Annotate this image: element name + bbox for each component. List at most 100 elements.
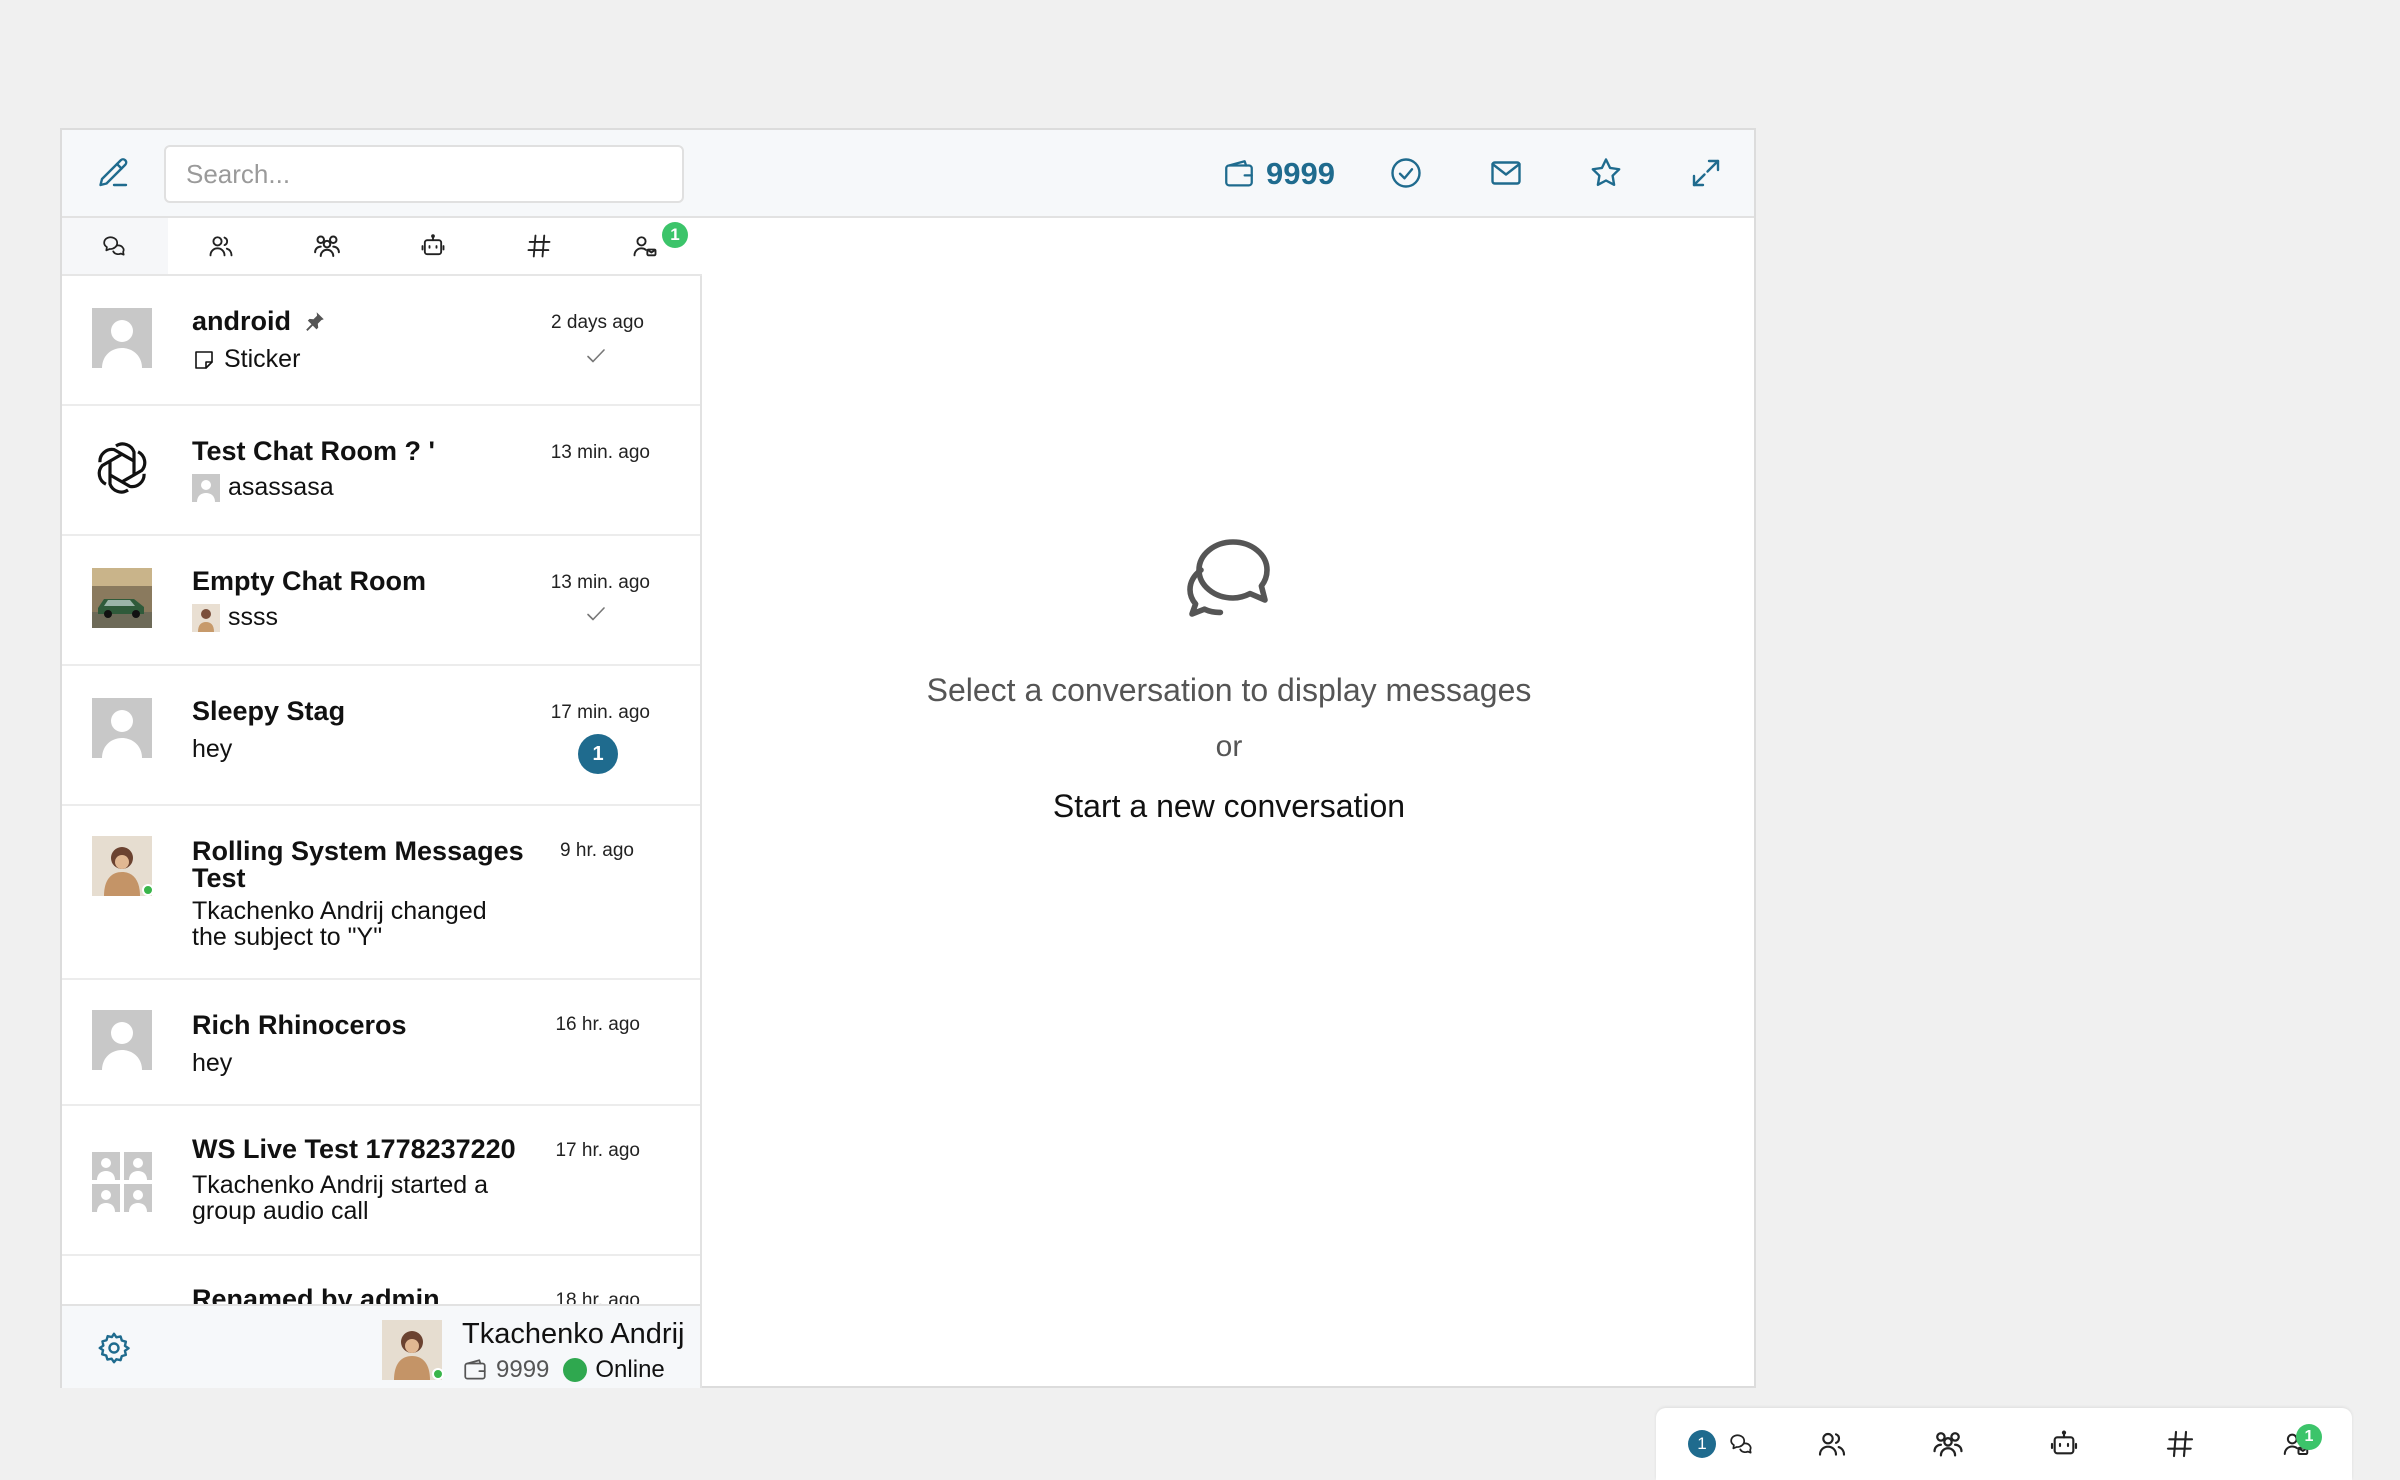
chat-preview-text: hey bbox=[192, 1049, 233, 1077]
edit-icon[interactable] bbox=[96, 155, 132, 191]
chat-preview-text: ssss bbox=[228, 603, 278, 631]
chat-name: android bbox=[192, 308, 532, 335]
chat-preview-text: Tkachenko Andrij started a group audio c… bbox=[192, 1171, 488, 1225]
user-avatar[interactable] bbox=[382, 1320, 444, 1380]
chat-list: android Sticker 2 days ago Test Chat Roo… bbox=[62, 276, 702, 1304]
group-icon bbox=[1931, 1427, 1965, 1461]
hashtag-icon bbox=[525, 232, 553, 260]
online-indicator bbox=[142, 884, 154, 896]
chat-item[interactable]: Sleepy Stag hey 17 min. ago 1 bbox=[62, 666, 700, 806]
dock-bots-button[interactable] bbox=[2042, 1422, 2086, 1466]
tab-requests[interactable]: 1 bbox=[592, 218, 698, 274]
chat-bubbles-icon bbox=[1181, 530, 1277, 626]
users-icon bbox=[207, 232, 235, 260]
openai-logo-icon bbox=[92, 438, 152, 498]
dock-channels-button[interactable] bbox=[2158, 1422, 2202, 1466]
chat-item[interactable]: Rich Rhinoceros hey 16 hr. ago bbox=[62, 980, 700, 1106]
wallet-icon bbox=[462, 1357, 488, 1383]
gear-icon[interactable] bbox=[96, 1330, 132, 1366]
chat-preview-text: Tkachenko Andrij changed the subject to … bbox=[192, 897, 487, 951]
tab-chats[interactable] bbox=[62, 218, 168, 274]
tab-groups[interactable] bbox=[274, 218, 380, 274]
chat-preview-text: hey bbox=[192, 735, 233, 763]
chat-name: Rich Rhinoceros bbox=[192, 1010, 407, 1040]
current-user-bar: Tkachenko Andrij 9999 Online bbox=[62, 1304, 702, 1388]
requests-count-badge: 1 bbox=[2296, 1424, 2322, 1450]
chat-preview: Sticker bbox=[192, 346, 522, 372]
contact-requests-icon bbox=[631, 232, 659, 260]
chat-bubbles-icon bbox=[1729, 1431, 1755, 1457]
chat-item[interactable]: WS Live Test 1778237220 Tkachenko Andrij… bbox=[62, 1106, 700, 1256]
sender-avatar bbox=[192, 604, 220, 632]
chat-name: WS Live Test 1778237220 bbox=[192, 1134, 516, 1164]
read-check-icon bbox=[584, 602, 608, 626]
messenger-widget: 9999 bbox=[60, 128, 1756, 1388]
chat-time: 2 days ago bbox=[551, 312, 644, 333]
group-avatar-placeholder bbox=[92, 1152, 152, 1212]
chat-name: Test Chat Room ? ' bbox=[192, 436, 435, 466]
empty-state-message: Select a conversation to display message… bbox=[926, 672, 1532, 708]
avatar-placeholder bbox=[92, 1010, 152, 1070]
chat-preview-text: asassasa bbox=[228, 473, 334, 501]
balance-button[interactable]: 9999 bbox=[1222, 152, 1335, 196]
dock-contacts-button[interactable] bbox=[1810, 1422, 1854, 1466]
chat-item[interactable]: Rolling System Messages Test Tkachenko A… bbox=[62, 806, 700, 980]
balance-value: 9999 bbox=[1266, 156, 1335, 191]
pin-icon bbox=[301, 309, 327, 335]
chat-bubbles-icon bbox=[102, 233, 128, 259]
bottom-dock: 1 1 bbox=[1656, 1408, 2352, 1480]
chat-item[interactable]: android Sticker 2 days ago bbox=[62, 276, 700, 406]
chat-preview: hey bbox=[192, 1050, 522, 1076]
avatar-placeholder bbox=[92, 308, 152, 368]
chat-time: 13 min. ago bbox=[550, 442, 650, 463]
chat-preview-text: Sticker bbox=[224, 345, 301, 373]
user-status[interactable]: Online bbox=[595, 1356, 664, 1384]
expand-icon[interactable] bbox=[1688, 155, 1724, 191]
chat-name: Sleepy Stag bbox=[192, 696, 346, 726]
empty-state-or: or bbox=[1215, 730, 1243, 763]
users-icon bbox=[1816, 1428, 1848, 1460]
user-status-line: 9999 Online bbox=[462, 1356, 665, 1384]
empty-conversation-panel: Select a conversation to display message… bbox=[702, 276, 1756, 1386]
top-toolbar: 9999 bbox=[62, 130, 1754, 218]
chat-preview: asassasa bbox=[192, 474, 522, 502]
mail-icon[interactable] bbox=[1488, 155, 1524, 191]
requests-count-badge: 1 bbox=[662, 222, 688, 248]
car-photo-avatar bbox=[92, 568, 152, 628]
status-dot bbox=[563, 1358, 588, 1382]
list-tabs: 1 bbox=[62, 218, 702, 276]
user-balance: 9999 bbox=[496, 1356, 550, 1383]
dock-chats-button[interactable] bbox=[1720, 1422, 1764, 1466]
dock-groups-button[interactable] bbox=[1926, 1422, 1970, 1466]
chat-time: 9 hr. ago bbox=[560, 840, 634, 861]
start-new-conversation-link[interactable]: Start a new conversation bbox=[702, 788, 1756, 825]
chat-item[interactable]: Test Chat Room ? ' asassasa 13 min. ago bbox=[62, 406, 700, 536]
chat-preview: hey bbox=[192, 736, 522, 762]
dock-unread-badge: 1 bbox=[1688, 1430, 1716, 1458]
hashtag-icon bbox=[2164, 1428, 2196, 1460]
tab-bots[interactable] bbox=[380, 218, 486, 274]
tab-contacts[interactable] bbox=[168, 218, 274, 274]
robot-icon bbox=[2048, 1428, 2080, 1460]
unread-count-badge: 1 bbox=[578, 734, 618, 774]
chat-time: 17 hr. ago bbox=[555, 1140, 640, 1161]
chat-time: 17 min. ago bbox=[550, 702, 650, 723]
search-input[interactable] bbox=[164, 145, 684, 203]
chat-time: 13 min. ago bbox=[550, 572, 650, 593]
user-name: Tkachenko Andrij bbox=[462, 1318, 685, 1350]
online-indicator bbox=[432, 1368, 444, 1380]
check-circle-icon[interactable] bbox=[1388, 155, 1424, 191]
chat-time: 16 hr. ago bbox=[555, 1014, 640, 1035]
chat-preview: Tkachenko Andrij changed the subject to … bbox=[192, 898, 522, 950]
group-icon bbox=[312, 231, 342, 261]
read-check-icon bbox=[584, 344, 608, 368]
dock-requests-button[interactable]: 1 bbox=[2274, 1422, 2322, 1466]
chat-name: Rolling System Messages Test bbox=[192, 836, 524, 893]
avatar-placeholder bbox=[92, 698, 152, 758]
star-icon[interactable] bbox=[1588, 155, 1624, 191]
sticker-icon bbox=[192, 348, 216, 372]
chat-item[interactable]: Renamed by admin 18 hr. ago bbox=[62, 1256, 700, 1304]
chat-name: Renamed by admin bbox=[192, 1284, 440, 1305]
tab-channels[interactable] bbox=[486, 218, 592, 274]
chat-item[interactable]: Empty Chat Room ssss 13 min. ago bbox=[62, 536, 700, 666]
